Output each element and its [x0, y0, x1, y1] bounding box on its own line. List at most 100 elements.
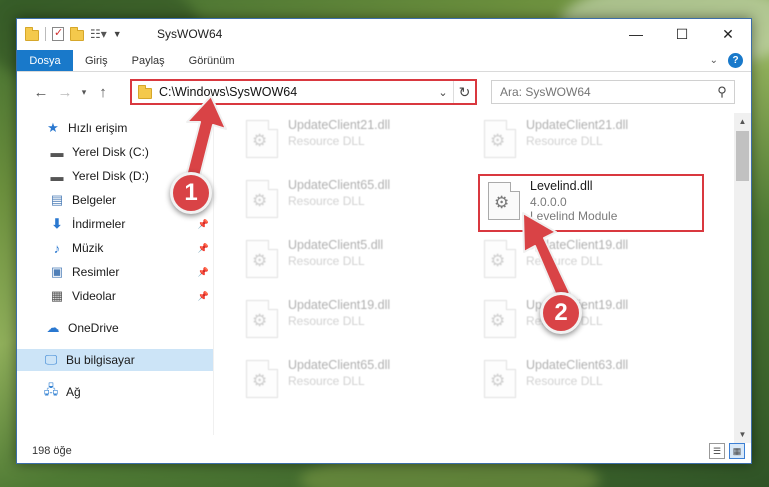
- file-version: 4.0.0.0: [530, 195, 567, 209]
- pin-icon[interactable]: 📌: [198, 267, 209, 278]
- file-name: UpdateClient21.dll: [526, 118, 629, 132]
- back-button[interactable]: ←: [29, 79, 53, 105]
- window-title: SysWOW64: [157, 27, 223, 41]
- folder-icon: [138, 85, 152, 99]
- file-tile[interactable]: ⚙ UpdateClient19.dllResource DLL: [476, 295, 702, 345]
- tab-home[interactable]: Giriş: [73, 50, 120, 71]
- file-tile[interactable]: ⚙ UpdateClient5.dll Resource DLL: [238, 235, 464, 285]
- sidebar-item-this-pc[interactable]: 🖵 Bu bilgisayar: [17, 349, 213, 371]
- sidebar-item-label: İndirmeler: [72, 217, 126, 231]
- sidebar-item-label: Resimler: [72, 265, 120, 279]
- sidebar-item-disk-c[interactable]: ▬ Yerel Disk (C:): [17, 141, 213, 163]
- file-name: UpdateClient5.dll: [288, 238, 384, 252]
- pin-icon[interactable]: 📌: [198, 291, 209, 302]
- file-name: UpdateClient19.dll: [526, 238, 629, 252]
- file-type: Resource DLL: [526, 134, 603, 148]
- minimize-button[interactable]: —: [613, 19, 659, 49]
- expand-ribbon-icon[interactable]: ⌄: [710, 55, 718, 66]
- sidebar-item-label: OneDrive: [68, 321, 119, 335]
- file-tile[interactable]: ⚙ UpdateClient21.dll Resource DLL: [476, 115, 702, 165]
- tab-file[interactable]: Dosya: [17, 50, 73, 71]
- tab-view[interactable]: Görünüm: [177, 50, 247, 71]
- new-folder-icon[interactable]: [70, 26, 84, 41]
- forward-button[interactable]: →: [53, 79, 77, 105]
- sidebar-item-network[interactable]: 🖧 Ağ: [17, 381, 213, 403]
- file-tile[interactable]: ⚙ UpdateClient65.dll Resource DLL: [238, 355, 464, 405]
- ribbon-controls: ⌄ ?: [710, 50, 751, 71]
- sidebar-item-label: Müzik: [72, 241, 104, 255]
- address-path[interactable]: C:\Windows\SysWOW64: [159, 85, 433, 99]
- file-type: Resource DLL: [288, 374, 365, 388]
- file-type: Resource DLL: [288, 194, 365, 208]
- file-name: UpdateClient63.dll: [526, 358, 629, 372]
- window-controls: — ☐ ✕: [613, 19, 751, 49]
- file-tile[interactable]: ⚙ UpdateClient19.dll Resource DLL: [476, 235, 702, 285]
- dll-file-icon: ⚙: [484, 360, 516, 398]
- sidebar-item-music[interactable]: ♪ Müzik 📌: [17, 237, 213, 259]
- dll-file-icon: ⚙: [246, 120, 278, 158]
- recent-locations-button[interactable]: ▾: [77, 79, 91, 105]
- vertical-scrollbar[interactable]: ▲ ▼: [734, 113, 751, 443]
- pane-divider[interactable]: [213, 115, 214, 435]
- drive-icon: ▬: [50, 168, 64, 184]
- download-icon: ⬇: [51, 216, 63, 231]
- sidebar-item-videos[interactable]: ▦ Videolar 📌: [17, 285, 213, 307]
- file-name: UpdateClient21.dll: [288, 118, 391, 132]
- scroll-thumb[interactable]: [736, 131, 749, 181]
- tab-share[interactable]: Paylaş: [120, 50, 177, 71]
- dll-file-icon: ⚙: [484, 120, 516, 158]
- help-icon[interactable]: ?: [728, 53, 743, 68]
- customize-toolbar-icon[interactable]: ☷▾: [90, 27, 107, 41]
- sidebar-item-quick-access[interactable]: ★ Hızlı erişim: [17, 117, 213, 139]
- pin-icon[interactable]: 📌: [198, 243, 209, 254]
- file-name: UpdateClient19.dll: [288, 298, 391, 312]
- dll-file-icon: ⚙: [246, 240, 278, 278]
- folder-icon: [25, 26, 39, 41]
- address-dropdown-icon[interactable]: ⌄: [433, 86, 453, 99]
- scroll-up-icon[interactable]: ▲: [734, 113, 751, 130]
- view-switcher: ☰ ▦: [709, 443, 745, 459]
- sidebar-item-label: Yerel Disk (D:): [72, 169, 149, 183]
- dll-file-icon: ⚙: [484, 240, 516, 278]
- file-name: Levelind.dll: [530, 179, 593, 193]
- file-tile[interactable]: ⚙ UpdateClient65.dll Resource DLL: [238, 175, 464, 225]
- sidebar-item-downloads[interactable]: ⬇ İndirmeler 📌: [17, 213, 213, 235]
- dll-file-icon: ⚙: [484, 300, 516, 338]
- properties-icon[interactable]: [52, 26, 64, 41]
- video-icon: ▦: [50, 288, 64, 303]
- file-tile-levelind[interactable]: ⚙ Levelind.dll 4.0.0.0 Levelind Module: [478, 174, 704, 232]
- dll-file-icon: ⚙: [246, 180, 278, 218]
- file-tile[interactable]: ⚙ UpdateClient63.dll Resource DLL: [476, 355, 702, 405]
- close-button[interactable]: ✕: [705, 19, 751, 49]
- pin-icon[interactable]: 📌: [198, 219, 209, 230]
- quick-access-toolbar: ☷▾ ▼: [25, 26, 122, 41]
- refresh-icon[interactable]: ↻: [453, 81, 475, 103]
- sidebar-item-pictures[interactable]: ▣ Resimler 📌: [17, 261, 213, 283]
- computer-icon: 🖵: [44, 352, 58, 367]
- cloud-icon: ☁: [46, 320, 60, 335]
- sidebar-item-onedrive[interactable]: ☁ OneDrive: [17, 317, 213, 339]
- toolbar-divider: [45, 26, 46, 41]
- file-type: Resource DLL: [526, 254, 603, 268]
- search-input[interactable]: [500, 85, 710, 99]
- sidebar-item-label: Hızlı erişim: [68, 121, 128, 135]
- file-tile[interactable]: ⚙ UpdateClient19.dll Resource DLL: [238, 295, 464, 345]
- dll-file-icon: ⚙: [246, 300, 278, 338]
- tiles-view-icon[interactable]: ▦: [729, 443, 745, 459]
- search-box[interactable]: ⚲: [491, 80, 735, 104]
- file-tile[interactable]: ⚙ UpdateClient21.dll Resource DLL: [238, 115, 464, 165]
- maximize-button[interactable]: ☐: [659, 19, 705, 49]
- file-type: Resource DLL: [526, 374, 603, 388]
- chevron-down-icon[interactable]: ▼: [113, 29, 122, 39]
- search-icon[interactable]: ⚲: [710, 84, 734, 100]
- file-name: UpdateClient65.dll: [288, 178, 391, 192]
- sidebar-item-label: Yerel Disk (C:): [72, 145, 149, 159]
- details-view-icon[interactable]: ☰: [709, 443, 725, 459]
- file-type: Resource DLL: [288, 314, 365, 328]
- ribbon: Dosya Giriş Paylaş Görünüm ⌄ ?: [17, 50, 751, 72]
- dll-file-icon: ⚙: [246, 360, 278, 398]
- navigation-bar: ← → ▾ ↑ C:\Windows\SysWOW64 ⌄ ↻ ⚲: [17, 73, 751, 111]
- file-type: Resource DLL: [288, 134, 365, 148]
- up-button[interactable]: ↑: [91, 79, 115, 105]
- address-bar[interactable]: C:\Windows\SysWOW64 ⌄ ↻: [130, 79, 477, 105]
